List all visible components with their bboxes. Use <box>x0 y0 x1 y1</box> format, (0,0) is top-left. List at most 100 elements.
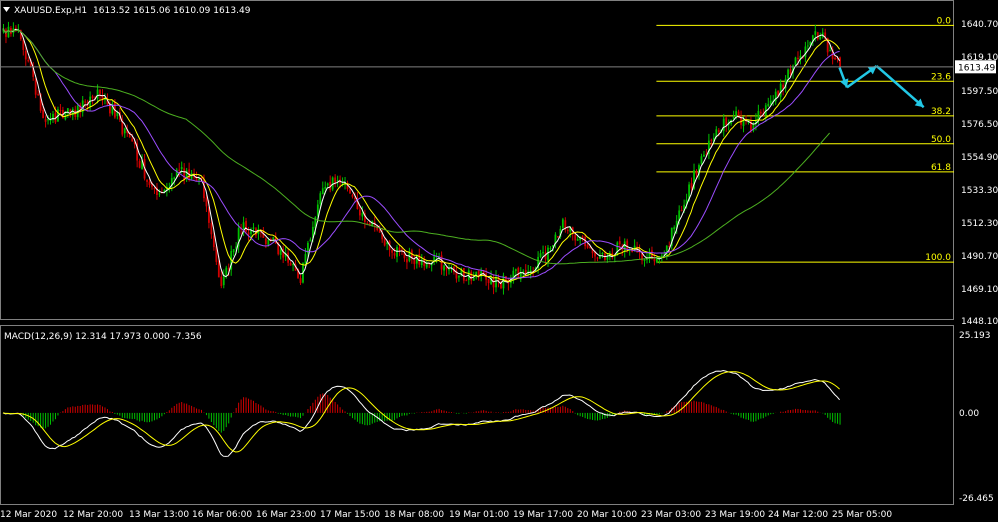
price-tick: 1469.10 <box>961 285 998 295</box>
price-tick: 1533.30 <box>961 186 998 196</box>
candle-body <box>14 27 17 29</box>
candle-body <box>398 247 401 250</box>
candle-body <box>225 267 228 276</box>
candle-body <box>626 240 629 250</box>
candle-body <box>245 220 247 232</box>
candle-body <box>406 259 408 263</box>
candle-body <box>695 171 698 175</box>
candle-body <box>91 96 94 99</box>
candle-body <box>66 108 69 113</box>
candle-body <box>264 238 267 245</box>
candle-body <box>547 247 549 261</box>
candle-body <box>717 130 720 133</box>
time-tick: 20 Mar 10:00 <box>577 510 637 520</box>
price-panel-frame <box>0 0 954 320</box>
candle-body <box>34 78 37 95</box>
candle-body <box>146 179 148 182</box>
candle-body <box>252 227 255 229</box>
candle-body <box>299 278 302 283</box>
candle-body <box>37 94 40 96</box>
macd-tick: 25.193 <box>959 331 991 341</box>
candle-body <box>413 259 416 265</box>
price-tick: 1512.30 <box>961 219 998 229</box>
macd-tick: 0.00 <box>959 409 979 419</box>
candle-body <box>794 57 797 66</box>
candle-body <box>448 269 450 271</box>
menu-triangle-icon[interactable] <box>3 7 10 12</box>
chart-symbol-label: XAUUSD.Exp,H1 <box>14 6 87 16</box>
candle-body <box>566 229 569 231</box>
time-tick: 19 Mar 17:00 <box>513 510 573 520</box>
candle-body <box>396 246 398 257</box>
candle-body <box>210 223 213 235</box>
candle-body <box>321 188 324 195</box>
time-tick: 18 Mar 08:00 <box>384 510 444 520</box>
candle-body <box>304 254 307 264</box>
chart-canvas: 0.0 23.6 38.2 50.0 61.8 100.0 XAUUSD.Exp,H1 1… <box>0 0 998 520</box>
candle-body <box>232 249 235 253</box>
fib-level-label: 100.0 <box>925 253 951 263</box>
candle-body <box>819 36 822 40</box>
candle-body <box>759 111 762 114</box>
time-tick: 23 Mar 03:00 <box>641 510 701 520</box>
candle-body <box>797 57 799 59</box>
candle-body <box>212 235 215 248</box>
candle-body <box>725 117 728 126</box>
candle-body <box>470 271 473 281</box>
candle-body <box>542 251 544 254</box>
time-tick: 19 Mar 01:00 <box>449 510 509 520</box>
candle-body <box>514 269 517 271</box>
candle-body <box>324 186 327 189</box>
candle-body <box>472 277 475 281</box>
candle-body <box>272 237 275 239</box>
candle-body <box>465 280 468 282</box>
time-tick: 13 Mar 13:00 <box>129 510 189 520</box>
candle-body <box>576 239 579 241</box>
candle-body <box>153 188 156 190</box>
candle-body <box>690 183 693 189</box>
candle-body <box>279 249 282 255</box>
macd-title-label: MACD(12,26,9) 12.314 17.973 0.000 -7.356 <box>4 332 202 342</box>
fib-level-label: 50.0 <box>931 135 951 145</box>
candle-body <box>834 57 836 60</box>
candle-body <box>806 45 809 47</box>
candle-body <box>354 197 356 200</box>
candle-body <box>349 189 351 194</box>
candle-body <box>767 103 770 107</box>
candle-body <box>769 100 772 104</box>
candle-body <box>561 219 564 228</box>
time-tick: 16 Mar 06:00 <box>192 510 252 520</box>
time-axis: 12 Mar 2020 12 Mar 20:00 13 Mar 13:00 16… <box>0 510 892 520</box>
candle-body <box>44 119 47 122</box>
candle-body <box>703 154 705 157</box>
candle-body <box>653 258 656 262</box>
candle-body <box>601 252 604 255</box>
candles <box>2 21 841 295</box>
candle-body <box>596 257 599 259</box>
candle-body <box>319 193 322 205</box>
time-tick: 25 Mar 05:00 <box>832 510 892 520</box>
ma-violet-line <box>2 28 840 279</box>
time-tick: 16 Mar 23:00 <box>256 510 316 520</box>
candle-body <box>309 239 312 242</box>
macd-panel-frame <box>0 325 954 505</box>
candle-body <box>351 194 354 197</box>
candle-body <box>616 242 619 256</box>
candle-body <box>326 183 329 186</box>
candle-body <box>779 83 782 98</box>
candle-body <box>24 50 27 60</box>
candle-body <box>158 193 161 195</box>
price-tick: 1640.70 <box>961 20 998 30</box>
candle-body <box>700 156 703 164</box>
macd-tick: -26.465 <box>959 494 994 504</box>
candle-body <box>787 69 789 79</box>
current-price-value: 1613.49 <box>958 63 995 73</box>
candle-body <box>549 248 552 250</box>
candle-body <box>391 249 393 253</box>
macd-axis: 25.193 0.00 -26.465 <box>959 331 994 504</box>
time-tick: 17 Mar 15:00 <box>320 510 380 520</box>
price-tick: 1490.70 <box>961 252 998 262</box>
candle-body <box>359 209 361 216</box>
chart-ohlc-label: 1613.52 1615.06 1610.09 1613.49 <box>93 6 251 16</box>
candle-body <box>829 50 832 52</box>
